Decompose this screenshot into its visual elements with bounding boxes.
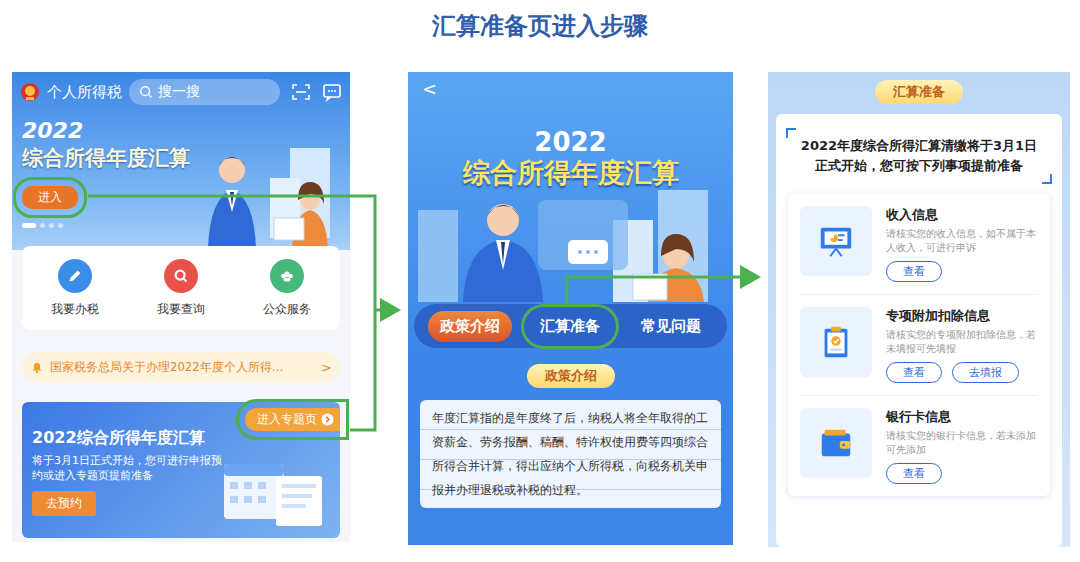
message-icon[interactable] xyxy=(322,82,342,102)
tab[interactable]: 汇算准备 xyxy=(528,311,612,342)
connector-arrow xyxy=(375,309,398,312)
item-description: 请核实您的收入信息，如不属于本人收入，可进行申诉 xyxy=(886,227,1038,255)
section-heading: 政策介绍 xyxy=(527,364,615,388)
item-button[interactable]: 查看 xyxy=(886,362,942,383)
search-field[interactable]: 搜一搜 xyxy=(129,79,280,105)
item-title: 收入信息 xyxy=(886,206,1038,224)
action-icon xyxy=(270,259,304,293)
search-icon xyxy=(139,85,153,99)
calendar-illustration xyxy=(214,454,334,534)
quick-action[interactable]: 我要办税 xyxy=(51,259,99,318)
topic-year: 2022 xyxy=(408,128,733,156)
app-name: 个人所得税 xyxy=(47,83,122,102)
notice-bar[interactable]: 国家税务总局关于办理2022年度个人所得… > xyxy=(22,352,340,382)
promo-card: 进入专题页 2022综合所得年度汇算 将于3月1日正式开始，您可进行申报预约或进… xyxy=(22,402,340,538)
action-icon xyxy=(58,259,92,293)
back-button[interactable]: < xyxy=(422,78,437,99)
tab[interactable]: 常见问题 xyxy=(629,311,713,342)
prepare-screen: 汇算准备 2022年度综合所得汇算清缴将于3月1日正式开始，您可按下列事项提前准… xyxy=(768,72,1070,547)
item-button[interactable]: 去填报 xyxy=(952,362,1019,383)
flow-arrows xyxy=(0,0,1080,562)
prepare-item: 银行卡信息 请核实您的银行卡信息，若未添加可先添加 查看 xyxy=(800,396,1038,496)
prepare-card: 2022年度综合所得汇算清缴将于3月1日正式开始，您可按下列事项提前准备 收入信… xyxy=(776,114,1062,547)
tab[interactable]: 政策介绍 xyxy=(428,311,512,342)
tab-bar: 政策介绍汇算准备常见问题 xyxy=(414,304,727,348)
topic-page-link[interactable]: 进入专题页 xyxy=(245,408,340,431)
item-icon xyxy=(800,408,872,478)
banner-illustration xyxy=(170,138,350,248)
banner[interactable]: 2022 综合所得年度汇算 进入 xyxy=(12,112,350,252)
banner-year: 2022 xyxy=(22,118,340,144)
item-title: 银行卡信息 xyxy=(886,408,1038,426)
enter-button[interactable]: 进入 xyxy=(22,186,78,209)
carousel-dot[interactable] xyxy=(40,223,45,228)
app-header: 个人所得税 搜一搜 xyxy=(12,72,350,112)
quick-action[interactable]: 我要查询 xyxy=(157,259,205,318)
carousel-dots xyxy=(22,223,340,228)
reserve-button[interactable]: 去预约 xyxy=(32,491,96,516)
prepare-item: 收入信息 请核实您的收入信息，如不属于本人收入，可进行申诉 查看 xyxy=(800,194,1038,295)
prepare-list: 收入信息 请核实您的收入信息，如不属于本人收入，可进行申诉 查看 专项附加扣除信… xyxy=(788,194,1050,496)
bell-icon xyxy=(30,360,44,374)
quick-action[interactable]: 公众服务 xyxy=(263,259,311,318)
notice-text: 国家税务总局关于办理2022年度个人所得… xyxy=(50,360,315,375)
promo-description: 将于3月1日正式开始，您可进行申报预约或进入专题页提前准备 xyxy=(32,453,222,483)
connector-arrow xyxy=(567,277,758,306)
item-icon xyxy=(800,206,872,276)
action-icon xyxy=(164,259,198,293)
notice-arrow: > xyxy=(321,360,332,375)
prepare-notice: 2022年度综合所得汇算清缴将于3月1日正式开始，您可按下列事项提前准备 xyxy=(790,128,1048,184)
item-icon xyxy=(800,307,872,377)
carousel-dot[interactable] xyxy=(22,223,36,228)
carousel-dot[interactable] xyxy=(49,223,54,228)
promo-title: 2022综合所得年度汇算 xyxy=(32,428,330,449)
page: 汇算准备页进入步骤 个人所得税 搜一搜 2022 综合所得年度汇算 进入 我要办… xyxy=(0,0,1080,562)
carousel-dot[interactable] xyxy=(58,223,63,228)
page-title: 汇算准备页进入步骤 xyxy=(0,0,1080,62)
quick-actions: 我要办税 我要查询 公众服务 xyxy=(22,246,340,330)
item-title: 专项附加扣除信息 xyxy=(886,307,1038,325)
prepare-item: 专项附加扣除信息 请核实您的专项附加扣除信息，若未填报可先填报 查看去填报 xyxy=(800,295,1038,396)
connector-line xyxy=(88,196,375,430)
item-description: 请核实您的银行卡信息，若未添加可先添加 xyxy=(886,429,1038,457)
emblem-icon xyxy=(20,82,40,102)
item-button[interactable]: 查看 xyxy=(886,463,942,484)
home-screen: 个人所得税 搜一搜 2022 综合所得年度汇算 进入 我要办税 我要查询 公众服… xyxy=(12,72,350,542)
topic-screen: < 2022 综合所得年度汇算 政策介绍汇算准备常见问题 政策介绍 年度汇算指的… xyxy=(408,72,733,545)
banner-title: 综合所得年度汇算 xyxy=(22,144,340,172)
item-description: 请核实您的专项附加扣除信息，若未填报可先填报 xyxy=(886,328,1038,356)
item-button[interactable]: 查看 xyxy=(886,261,942,282)
policy-text: 年度汇算指的是年度终了后，纳税人将全年取得的工资薪金、劳务报酬、稿酬、特许权使用… xyxy=(420,400,721,508)
prepare-heading: 汇算准备 xyxy=(875,80,963,104)
arrow-icon xyxy=(321,413,334,426)
topic-title: 综合所得年度汇算 xyxy=(408,156,733,190)
topic-illustration xyxy=(408,190,733,302)
scan-icon[interactable] xyxy=(291,82,311,102)
